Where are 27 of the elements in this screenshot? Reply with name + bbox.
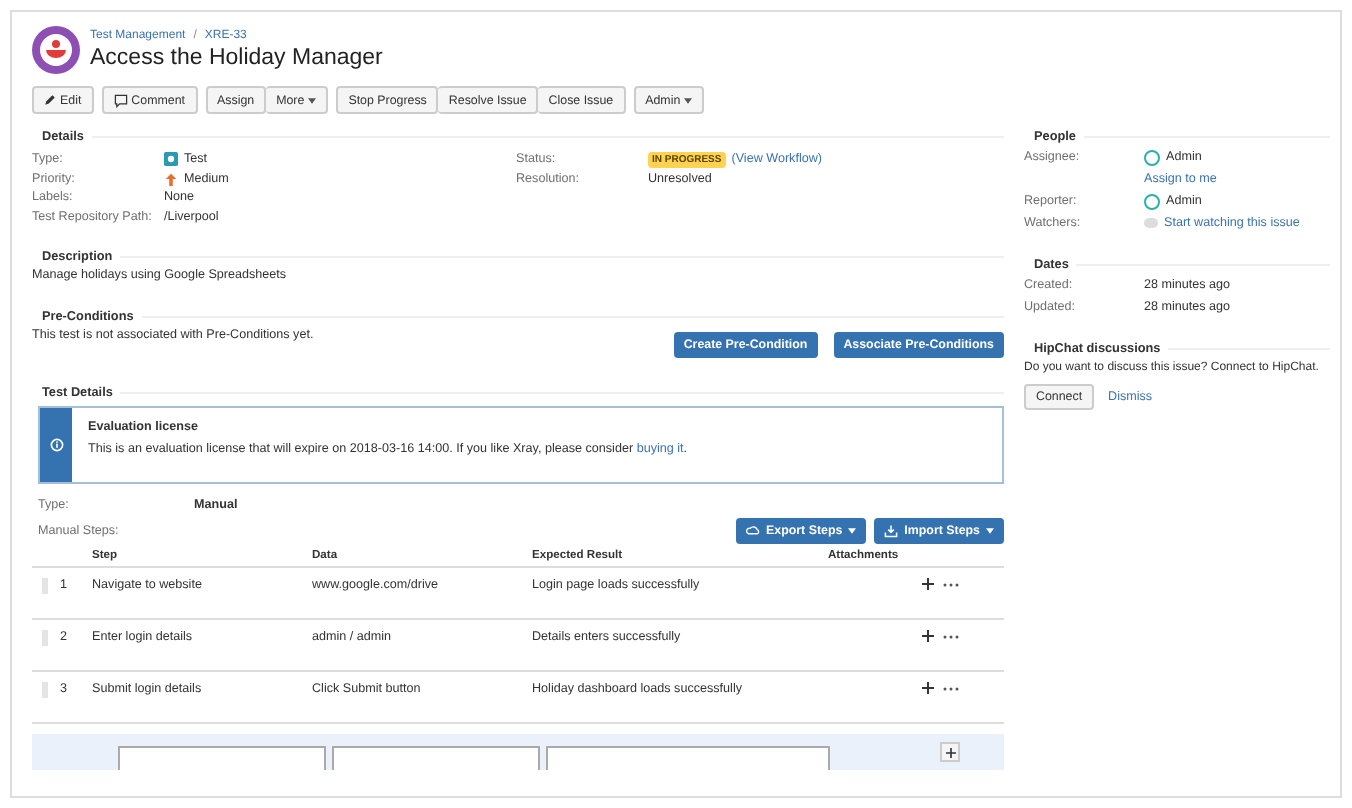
add-icon bbox=[945, 747, 955, 758]
pencil-icon bbox=[44, 94, 56, 106]
add-icon[interactable] bbox=[922, 682, 934, 695]
user-avatar-icon bbox=[1144, 149, 1160, 165]
data-input[interactable] bbox=[332, 746, 540, 771]
watch-icon bbox=[1144, 218, 1158, 228]
priority-arrow-icon bbox=[164, 171, 178, 186]
issue-title: Access the Holiday Manager bbox=[90, 46, 383, 70]
more-icon[interactable] bbox=[942, 685, 960, 692]
caret-icon bbox=[684, 97, 693, 103]
download-icon bbox=[884, 524, 899, 539]
caret-icon bbox=[986, 528, 994, 535]
comment-icon bbox=[113, 93, 128, 107]
step-input[interactable] bbox=[118, 746, 326, 771]
more-icon[interactable] bbox=[942, 581, 960, 588]
more-icon[interactable] bbox=[942, 633, 960, 640]
add-icon[interactable] bbox=[922, 630, 934, 643]
caret-icon bbox=[308, 97, 317, 103]
user-avatar-icon bbox=[1144, 193, 1160, 209]
project-avatar-icon bbox=[32, 26, 80, 74]
add-step-button[interactable] bbox=[940, 742, 960, 763]
info-icon bbox=[49, 438, 63, 453]
cloud-icon bbox=[746, 524, 760, 539]
add-icon[interactable] bbox=[922, 578, 934, 591]
caret-icon bbox=[848, 528, 857, 535]
test-type-icon bbox=[164, 152, 178, 167]
result-input[interactable] bbox=[546, 746, 830, 771]
